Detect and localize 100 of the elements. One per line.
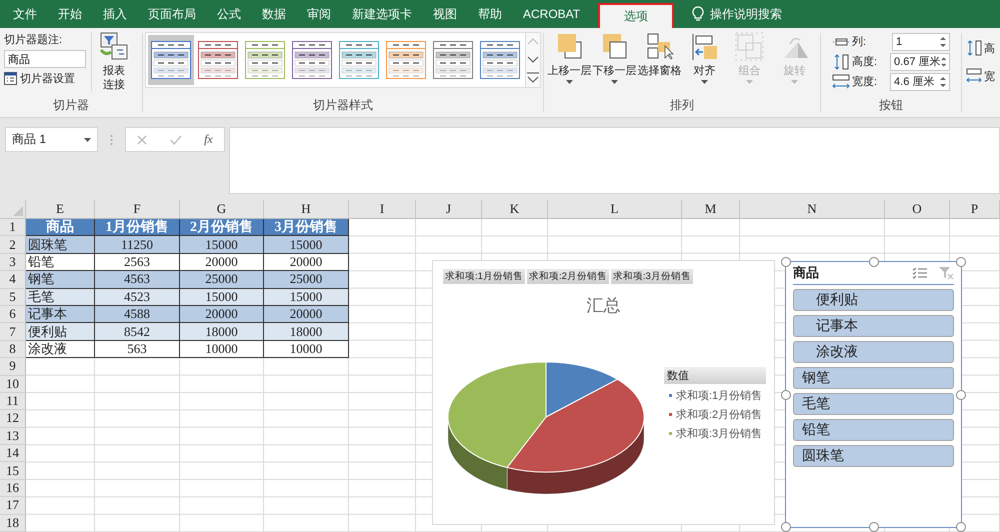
ribbon-tab[interactable]: 选项 bbox=[598, 3, 674, 28]
resize-handle[interactable] bbox=[781, 257, 791, 267]
table-cell[interactable]: 15000 bbox=[180, 288, 264, 306]
ribbon-tab[interactable]: 帮助 bbox=[467, 0, 512, 28]
style-option[interactable] bbox=[148, 35, 194, 85]
style-gallery[interactable] bbox=[145, 32, 541, 88]
field-button[interactable]: 求和项:2月份销售 bbox=[526, 269, 609, 284]
name-box[interactable]: 商品 1 bbox=[5, 127, 98, 152]
arrange-button[interactable]: 上移一层 bbox=[548, 32, 592, 84]
resize-handle[interactable] bbox=[781, 522, 791, 532]
table-header-cell[interactable]: 1月份销售 bbox=[95, 219, 180, 236]
slicer-item[interactable]: 便利贴 bbox=[793, 289, 954, 311]
slicer-item[interactable]: 涂改液 bbox=[793, 341, 954, 363]
table-cell[interactable]: 2563 bbox=[95, 254, 180, 272]
report-connections-icon bbox=[99, 32, 129, 62]
slicer-item[interactable]: 圆珠笔 bbox=[793, 445, 954, 467]
field-button[interactable]: 求和项:1月份销售 bbox=[443, 269, 525, 284]
table-cell[interactable]: 记事本 bbox=[26, 306, 95, 324]
table-cell[interactable]: 25000 bbox=[264, 271, 349, 289]
check-icon[interactable] bbox=[170, 134, 182, 144]
column-header[interactable]: N bbox=[807, 201, 817, 217]
multi-select-icon[interactable] bbox=[912, 267, 928, 279]
formula-input[interactable] bbox=[229, 127, 1000, 194]
table-cell[interactable]: 20000 bbox=[264, 254, 349, 272]
table-cell[interactable]: 10000 bbox=[180, 340, 264, 358]
column-header[interactable]: O bbox=[912, 201, 922, 217]
ribbon-tab[interactable]: 开始 bbox=[47, 0, 92, 28]
table-cell[interactable]: 15000 bbox=[264, 288, 349, 306]
resize-handle[interactable] bbox=[781, 390, 791, 400]
ribbon-tab[interactable]: 插入 bbox=[92, 0, 137, 28]
column-header[interactable]: M bbox=[704, 201, 716, 217]
arrange-button[interactable]: 下移一层 bbox=[592, 32, 636, 84]
ribbon-tab[interactable]: 视图 bbox=[422, 0, 467, 28]
table-cell[interactable]: 铅笔 bbox=[26, 254, 95, 272]
table-cell[interactable]: 毛笔 bbox=[26, 288, 95, 306]
table-cell[interactable]: 4563 bbox=[95, 271, 180, 289]
caption-input[interactable]: 商品 bbox=[4, 50, 86, 68]
table-cell[interactable]: 4523 bbox=[95, 288, 180, 306]
spin-field[interactable]: 0.67 厘米 bbox=[890, 52, 950, 70]
ribbon-tab[interactable]: 文件 bbox=[2, 0, 47, 28]
table-cell[interactable]: 钢笔 bbox=[26, 271, 95, 289]
size-button[interactable]: 宽 bbox=[984, 68, 995, 84]
resize-handle[interactable] bbox=[868, 522, 878, 532]
table-cell[interactable]: 10000 bbox=[264, 340, 349, 358]
resize-handle[interactable] bbox=[956, 522, 966, 532]
table-header-cell[interactable]: 2月份销售 bbox=[180, 219, 264, 236]
arrange-button[interactable]: 选择窗格 bbox=[638, 32, 682, 84]
resize-handle[interactable] bbox=[956, 390, 966, 400]
table-cell[interactable]: 563 bbox=[95, 340, 180, 358]
legend-title[interactable]: 数值 bbox=[664, 367, 766, 384]
arrange-button[interactable]: 对齐 bbox=[682, 32, 726, 84]
report-connections-button[interactable]: 报表连接 bbox=[97, 32, 131, 92]
table-cell[interactable]: 25000 bbox=[180, 271, 264, 289]
column-header[interactable]: L bbox=[610, 201, 618, 217]
chart-area[interactable]: 求和项:1月份销售 求和项:2月份销售 求和项:3月份销售 汇总 数值 求和项:1月份销售 求和项:2月份销售 求和项:3月份销售 bbox=[432, 260, 775, 525]
table-cell[interactable]: 20000 bbox=[264, 306, 349, 324]
table-cell[interactable]: 20000 bbox=[180, 306, 264, 324]
column-header[interactable]: H bbox=[301, 201, 311, 217]
column-header[interactable]: K bbox=[510, 201, 520, 217]
column-header[interactable]: E bbox=[56, 201, 64, 217]
column-header[interactable]: J bbox=[446, 201, 452, 217]
table-cell[interactable]: 圆珠笔 bbox=[26, 236, 95, 254]
column-header[interactable]: P bbox=[970, 201, 978, 217]
slicer-item[interactable]: 钢笔 bbox=[793, 367, 954, 389]
insert-function-button[interactable]: fx bbox=[204, 132, 213, 147]
slicer-item[interactable]: 铅笔 bbox=[793, 419, 954, 441]
table-cell[interactable]: 15000 bbox=[264, 236, 349, 254]
ribbon-tab[interactable]: ACROBAT bbox=[512, 0, 590, 28]
field-button[interactable]: 求和项:3月份销售 bbox=[610, 269, 693, 284]
table-cell[interactable]: 便利贴 bbox=[26, 323, 95, 341]
field-label: 高度: bbox=[852, 54, 878, 69]
table-header-cell[interactable]: 3月份销售 bbox=[264, 219, 349, 236]
cancel-icon[interactable] bbox=[137, 134, 148, 144]
ribbon-tab[interactable]: 页面布局 bbox=[137, 0, 206, 28]
spin-field[interactable]: 1 bbox=[892, 32, 950, 50]
resize-handle[interactable] bbox=[956, 257, 966, 267]
ribbon-tab[interactable]: 新建选项卡 bbox=[341, 0, 422, 28]
size-button[interactable]: 高 bbox=[984, 40, 995, 56]
slicer-settings-button[interactable]: 切片器设置 bbox=[20, 71, 75, 86]
column-header[interactable]: F bbox=[133, 201, 141, 217]
tell-me-search[interactable]: 操作说明搜索 bbox=[710, 6, 782, 22]
table-cell[interactable]: 20000 bbox=[180, 254, 264, 272]
table-cell[interactable]: 18000 bbox=[180, 323, 264, 341]
table-cell[interactable]: 4588 bbox=[95, 306, 180, 324]
table-cell[interactable]: 11250 bbox=[95, 236, 180, 254]
table-header-cell[interactable]: 商品 bbox=[26, 219, 95, 236]
ribbon-tab[interactable]: 数据 bbox=[251, 0, 296, 28]
spin-field[interactable]: 4.6 厘米 bbox=[890, 72, 950, 90]
table-cell[interactable]: 18000 bbox=[264, 323, 349, 341]
column-header[interactable]: I bbox=[380, 201, 384, 217]
table-cell[interactable]: 15000 bbox=[180, 236, 264, 254]
ribbon-tab[interactable]: 审阅 bbox=[296, 0, 341, 28]
resize-handle[interactable] bbox=[868, 257, 878, 267]
ribbon-tab[interactable]: 公式 bbox=[206, 0, 251, 28]
column-header[interactable]: G bbox=[216, 201, 226, 217]
slicer-item[interactable]: 记事本 bbox=[793, 315, 954, 337]
table-cell[interactable]: 涂改液 bbox=[26, 340, 95, 358]
slicer-item[interactable]: 毛笔 bbox=[793, 393, 954, 415]
table-cell[interactable]: 8542 bbox=[95, 323, 180, 341]
clear-filter-icon[interactable] bbox=[938, 266, 954, 280]
